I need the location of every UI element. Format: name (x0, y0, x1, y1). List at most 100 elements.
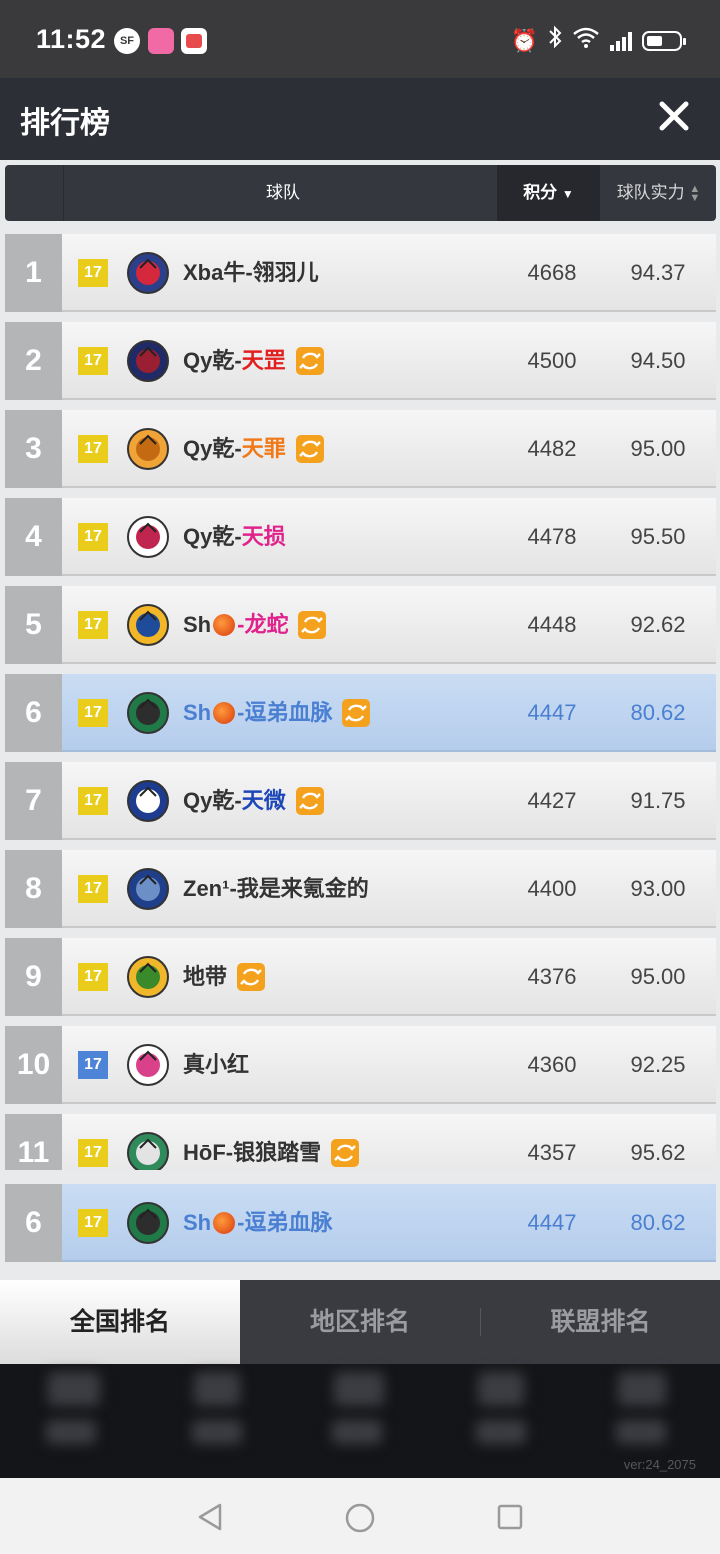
ranking-row[interactable]: 11 17 HōF-银狼踏雪 4357 95.62 (5, 1114, 716, 1170)
team-name: HōF-银狼踏雪 (183, 1114, 360, 1170)
team-power: 92.62 (630, 612, 686, 637)
green-shield-logo-icon (125, 954, 171, 1000)
team-score: 4400 (527, 876, 577, 901)
team-name-prefix: Zen¹-我是来氪金的 (183, 876, 369, 901)
team-name-prefix: Qy乾- (183, 348, 242, 373)
sort-updown-icon: ▲ ▼ (689, 182, 701, 204)
team-score: 4357 (527, 1140, 577, 1165)
green-dragon-logo-icon (125, 1200, 171, 1246)
rank-cell: 2 (5, 322, 62, 400)
status-bar: 11:52 SF ⏰ (0, 0, 720, 78)
team-power: 80.62 (630, 700, 686, 725)
version-label: ver:24_2075 (623, 1457, 696, 1472)
my-level-badge: 17 (78, 1209, 108, 1237)
basketball-fire-icon (213, 1212, 236, 1234)
swap-icon (298, 611, 327, 639)
ranking-row[interactable]: 6 17 Sh -逗弟血脉 4447 80.62 (5, 674, 716, 752)
rank-number: 1 (25, 256, 42, 289)
my-team-row[interactable]: 6 17 Sh -逗弟血脉 4447 80.62 (5, 1184, 716, 1262)
rank-number: 10 (16, 1048, 51, 1081)
tab-regional[interactable]: 地区排名 (240, 1280, 480, 1364)
my-team-name: Sh -逗弟血脉 (183, 1184, 332, 1262)
rank-number: 3 (25, 432, 42, 465)
level-badge: 17 (78, 1139, 108, 1167)
ranking-row[interactable]: 1 17 Xba牛-翎羽儿 4668 94.37 (5, 234, 716, 312)
ranking-row[interactable]: 7 17 Qy乾- 天微 4427 91.75 (5, 762, 716, 840)
ranking-row[interactable]: 5 17 Sh -龙蛇 4448 92.62 (5, 586, 716, 664)
rank-cell: 8 (5, 850, 62, 928)
level-badge: 17 (78, 435, 108, 463)
column-power-sort[interactable]: 球队实力 ▲ ▼ (601, 165, 716, 221)
ranking-list[interactable]: 1 17 Xba牛-翎羽儿 4668 94.37 2 17 Qy乾- 天罡 4500 94.50 3 1… (0, 234, 720, 1170)
ranking-row[interactable]: 2 17 Qy乾- 天罡 4500 94.50 (5, 322, 716, 400)
team-name: Qy乾- 天微 (183, 762, 324, 840)
ranking-row[interactable]: 10 17 真小红 4360 92.25 (5, 1026, 716, 1104)
team-score: 4376 (527, 964, 577, 989)
red-bull-logo-icon (125, 250, 171, 296)
wifi-icon (572, 26, 600, 56)
recents-icon[interactable] (496, 1503, 524, 1531)
team-name-prefix: Sh (183, 612, 212, 637)
level-badge: 17 (78, 611, 108, 639)
ranking-row[interactable]: 4 17 Qy乾- 天损 4478 95.50 (5, 498, 716, 576)
team-name: 地带 (183, 938, 266, 1016)
green-dragon-logo-icon (125, 690, 171, 736)
table-header: 球队 积分 ▼ 球队实力 ▲ ▼ (5, 165, 716, 221)
team-power: 94.50 (630, 348, 686, 373)
team-score: 4360 (527, 1052, 577, 1077)
ranking-row[interactable]: 8 17 Zen¹-我是来氪金的 4400 93.00 (5, 850, 716, 928)
close-button[interactable] (654, 96, 694, 136)
rank-number: 5 (25, 608, 42, 641)
level-badge: 17 (78, 523, 108, 551)
blue-eagle-logo-icon (125, 866, 171, 912)
team-name-suffix: 天罡 (241, 348, 286, 373)
ranking-row[interactable]: 3 17 Qy乾- 天罪 4482 95.00 (5, 410, 716, 488)
ranking-tabs: 全国排名 地区排名 联盟排名 (0, 1280, 720, 1364)
team-name-prefix: 地带 (183, 964, 228, 989)
team-score: 4478 (527, 524, 577, 549)
app-icon-pink (148, 28, 174, 54)
wolf-logo-icon (125, 1130, 171, 1170)
rank-number: 8 (25, 872, 42, 905)
tab-national[interactable]: 全国排名 (0, 1280, 240, 1364)
rank-cell: 7 (5, 762, 62, 840)
my-team-prefix: Sh (183, 1210, 212, 1235)
team-name-suffix: -龙蛇 (237, 612, 289, 637)
status-time: 11:52 (36, 24, 107, 54)
team-name-prefix: Xba牛-翎羽儿 (183, 260, 319, 285)
ranking-row[interactable]: 9 17 地带 4376 95.00 (5, 938, 716, 1016)
team-power: 95.62 (630, 1140, 686, 1165)
level-badge: 17 (78, 1051, 108, 1079)
tab-alliance[interactable]: 联盟排名 (481, 1280, 720, 1364)
back-icon[interactable] (196, 1502, 224, 1532)
rank-number: 4 (25, 520, 42, 553)
rank-cell: 6 (5, 674, 62, 752)
team-name: Xba牛-翎羽儿 (183, 234, 319, 312)
swap-icon (295, 787, 324, 815)
column-score-sort[interactable]: 积分 ▼ (497, 165, 600, 221)
team-score: 4427 (527, 788, 577, 813)
team-power: 95.50 (630, 524, 686, 549)
alarm-icon: ⏰ (510, 28, 538, 53)
basketball-logo-icon (125, 426, 171, 472)
team-name-prefix: Qy乾- (183, 524, 242, 549)
eagle-wing-logo-icon (125, 514, 171, 560)
swap-icon (342, 699, 371, 727)
rank-cell: 10 (5, 1026, 62, 1104)
level-badge: 17 (78, 347, 108, 375)
team-name: Qy乾- 天罡 (183, 322, 324, 400)
team-power: 93.00 (630, 876, 686, 901)
swap-icon (331, 1139, 360, 1167)
caret-down-icon: ▼ (561, 187, 574, 201)
team-score: 4447 (527, 700, 577, 725)
team-score: 4448 (527, 612, 577, 637)
pink-ball-logo-icon (125, 1042, 171, 1088)
team-name-prefix: Qy乾- (183, 436, 242, 461)
rank-cell: 9 (5, 938, 62, 1016)
column-score-label: 积分 (523, 183, 558, 202)
level-badge: 17 (78, 787, 108, 815)
swap-icon (237, 963, 266, 991)
team-name: 真小红 (183, 1026, 249, 1104)
team-name-suffix: -逗弟血脉 (237, 700, 333, 725)
home-icon[interactable] (344, 1502, 376, 1534)
